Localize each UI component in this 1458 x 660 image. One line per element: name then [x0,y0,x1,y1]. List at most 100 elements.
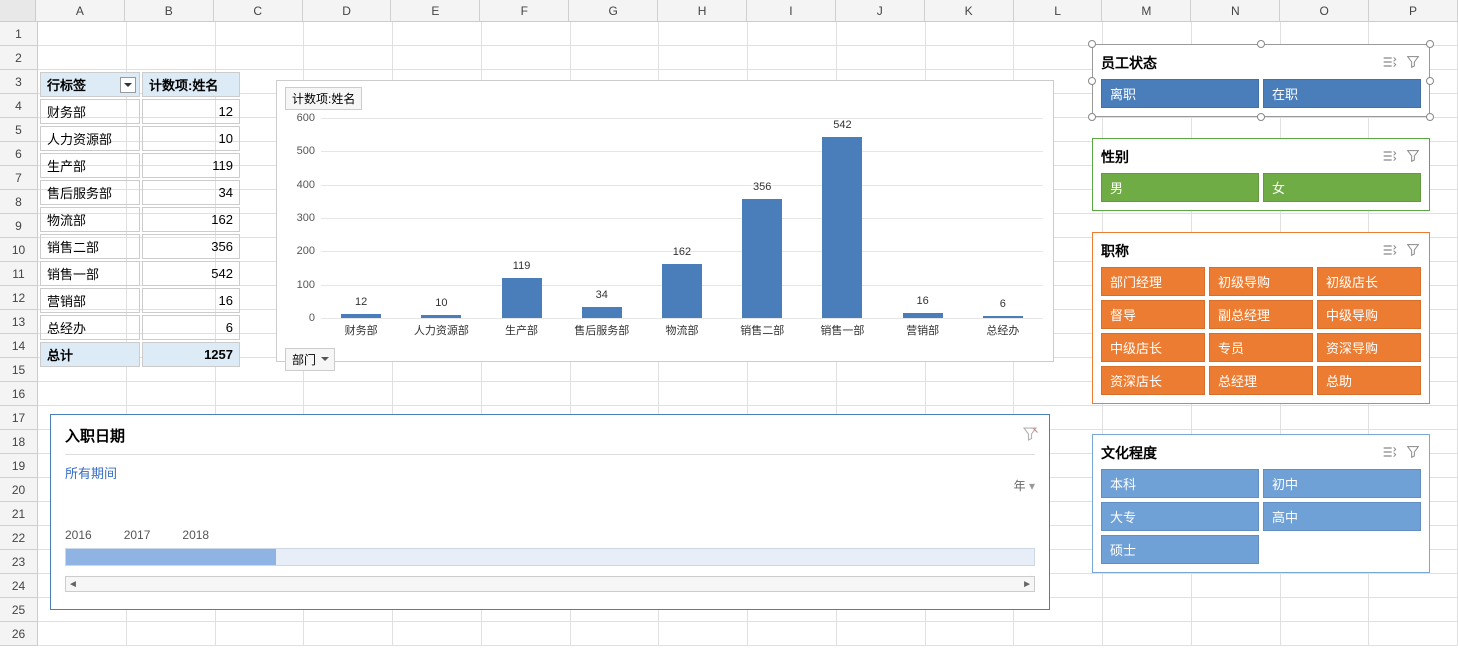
slicer-item[interactable]: 中级导购 [1317,300,1421,329]
slicer-item[interactable]: 女 [1263,173,1421,202]
pivot-row-value[interactable]: 119 [142,153,240,178]
row-header[interactable]: 9 [0,214,38,238]
slicer-item[interactable]: 高中 [1263,502,1421,531]
column-header[interactable]: O [1280,0,1369,21]
multi-select-icon[interactable] [1381,444,1397,463]
column-header[interactable]: N [1191,0,1280,21]
timeline-slicer[interactable]: 入职日期 所有期间 年 201620172018 ◄ ► [50,414,1050,610]
column-header[interactable]: J [836,0,925,21]
slicer-item[interactable]: 副总经理 [1209,300,1313,329]
pivot-row-value[interactable]: 16 [142,288,240,313]
pivot-row-label[interactable]: 物流部 [40,207,140,232]
row-header[interactable]: 24 [0,574,38,598]
slicer-item[interactable]: 在职 [1263,79,1421,108]
column-header[interactable]: D [303,0,392,21]
column-header[interactable]: C [214,0,303,21]
chart-legend[interactable]: 计数项:姓名 [285,87,362,110]
slicer-item[interactable]: 初中 [1263,469,1421,498]
pivot-row-value[interactable]: 356 [142,234,240,259]
row-header[interactable]: 18 [0,430,38,454]
slicer-item[interactable]: 中级店长 [1101,333,1205,362]
column-header[interactable]: K [925,0,1014,21]
column-header[interactable]: G [569,0,658,21]
slicer-item[interactable]: 硕士 [1101,535,1259,564]
resize-handle[interactable] [1257,40,1265,48]
row-header[interactable]: 19 [0,454,38,478]
chart-bar[interactable]: 16 [903,313,943,318]
select-all-corner[interactable] [0,0,36,21]
slicer-slicer1[interactable]: 员工状态 离职在职 [1092,44,1430,117]
pivot-total-value[interactable]: 1257 [142,342,240,367]
timeline-track[interactable] [65,548,1035,566]
timeline-selection[interactable] [66,549,276,565]
pivot-row-value[interactable]: 162 [142,207,240,232]
multi-select-icon[interactable] [1381,148,1397,167]
clear-filter-icon[interactable] [1405,148,1421,167]
pivot-row-value[interactable]: 542 [142,261,240,286]
slicer-item[interactable]: 总经理 [1209,366,1313,395]
row-header[interactable]: 15 [0,358,38,382]
pivot-row-value[interactable]: 6 [142,315,240,340]
chart-bar[interactable]: 6 [983,316,1023,318]
column-header[interactable]: B [125,0,214,21]
column-header[interactable]: A [36,0,125,21]
slicer-item[interactable]: 本科 [1101,469,1259,498]
slicer-slicer2[interactable]: 性别 男女 [1092,138,1430,211]
dropdown-icon[interactable] [120,77,136,93]
row-header[interactable]: 6 [0,142,38,166]
resize-handle[interactable] [1426,77,1434,85]
column-header[interactable]: F [480,0,569,21]
pivot-table[interactable]: 行标签 计数项:姓名 财务部12人力资源部10生产部119售后服务部34物流部1… [38,70,242,369]
timeline-scrollbar[interactable]: ◄ ► [65,576,1035,592]
row-header[interactable]: 7 [0,166,38,190]
slicer-item[interactable]: 资深店长 [1101,366,1205,395]
clear-filter-icon[interactable] [1405,242,1421,261]
pivot-row-value[interactable]: 12 [142,99,240,124]
column-header[interactable]: E [391,0,480,21]
row-header[interactable]: 13 [0,310,38,334]
pivot-row-label[interactable]: 生产部 [40,153,140,178]
chart-filter-button[interactable]: 部门 [285,348,335,371]
clear-filter-icon[interactable] [1021,425,1039,443]
pivot-row-label[interactable]: 人力资源部 [40,126,140,151]
row-header[interactable]: 14 [0,334,38,358]
row-header[interactable]: 11 [0,262,38,286]
chart-bar[interactable]: 542 [822,137,862,318]
slicer-item[interactable]: 初级店长 [1317,267,1421,296]
chart-bar[interactable]: 119 [502,278,542,318]
pivot-total-label[interactable]: 总计 [40,342,140,367]
row-header[interactable]: 23 [0,550,38,574]
pivot-row-label[interactable]: 营销部 [40,288,140,313]
row-header[interactable]: 5 [0,118,38,142]
row-header[interactable]: 20 [0,478,38,502]
slicer-item[interactable]: 初级导购 [1209,267,1313,296]
chart-bar[interactable]: 12 [341,314,381,318]
chart-bar[interactable]: 10 [421,315,461,318]
resize-handle[interactable] [1088,113,1096,121]
scroll-right-icon[interactable]: ► [1022,579,1032,590]
slicer-item[interactable]: 总助 [1317,366,1421,395]
chart-bar[interactable]: 34 [582,307,622,318]
slicer-slicer4[interactable]: 文化程度 本科初中大专高中硕士 [1092,434,1430,573]
timeline-granularity[interactable]: 年 [1014,477,1035,494]
row-header[interactable]: 16 [0,382,38,406]
pivot-header-label[interactable]: 行标签 [40,72,140,97]
row-header[interactable]: 3 [0,70,38,94]
column-header[interactable]: H [658,0,747,21]
pivot-header-value[interactable]: 计数项:姓名 [142,72,240,97]
row-header[interactable]: 10 [0,238,38,262]
row-header[interactable]: 25 [0,598,38,622]
chart-bar[interactable]: 356 [742,199,782,318]
multi-select-icon[interactable] [1381,54,1397,73]
clear-filter-icon[interactable] [1405,444,1421,463]
column-header[interactable]: I [747,0,836,21]
row-header[interactable]: 2 [0,46,38,70]
resize-handle[interactable] [1426,40,1434,48]
row-header[interactable]: 17 [0,406,38,430]
row-header[interactable]: 1 [0,22,38,46]
column-header[interactable]: L [1014,0,1103,21]
chart-bar[interactable]: 162 [662,264,702,318]
pivot-row-label[interactable]: 销售一部 [40,261,140,286]
slicer-item[interactable]: 部门经理 [1101,267,1205,296]
slicer-item[interactable]: 专员 [1209,333,1313,362]
